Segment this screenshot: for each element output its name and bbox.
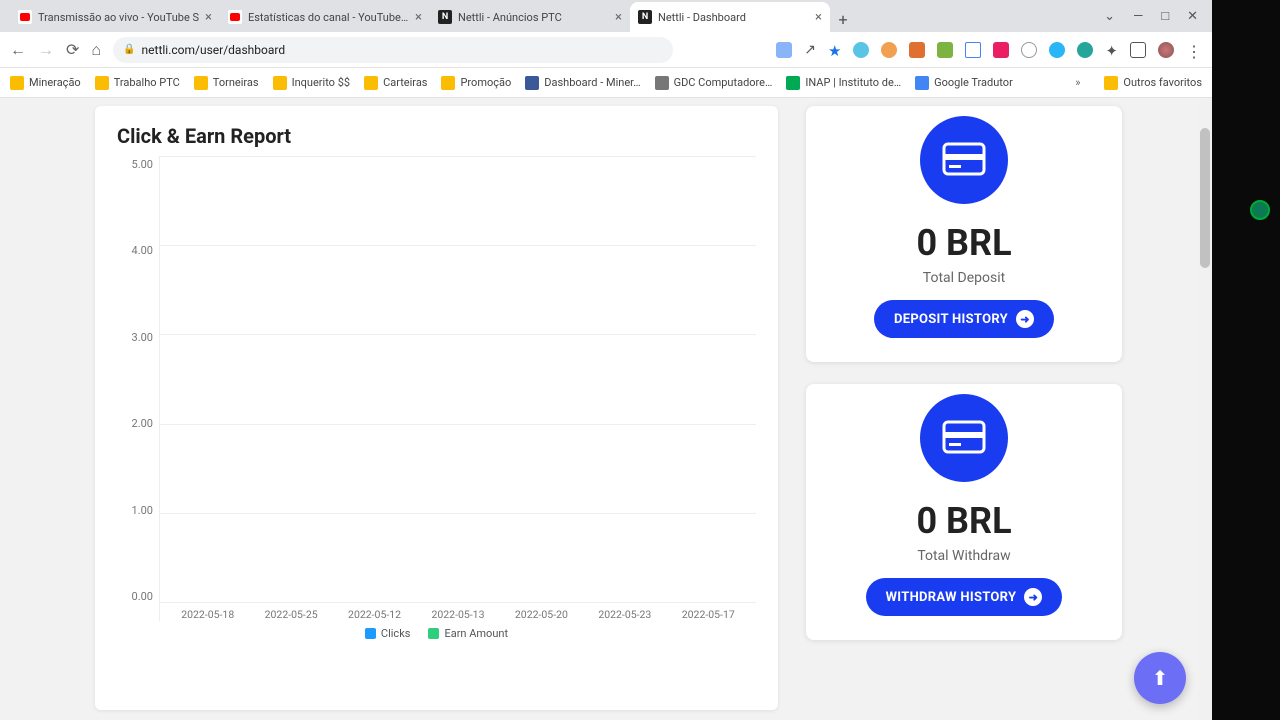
- bookmark-item[interactable]: INAP | Instituto de…: [786, 76, 901, 90]
- browser-tab[interactable]: Estatísticas do canal - YouTube S×: [220, 2, 430, 32]
- webcam-overlay: [1212, 0, 1280, 720]
- share-icon[interactable]: ↗: [804, 42, 816, 58]
- address-bar: ← → ⟳ ⌂ 🔒 nettli.com/user/dashboard ↗ ★ …: [0, 32, 1212, 68]
- ext-icon[interactable]: [937, 42, 953, 58]
- arrow-right-icon: ➜: [1016, 310, 1034, 328]
- bookmark-item[interactable]: Torneiras: [194, 76, 259, 90]
- bookmarks-bar: Mineração Trabalho PTC Torneiras Inquerito …: [0, 68, 1212, 98]
- other-bookmarks[interactable]: Outros favoritos: [1104, 76, 1202, 90]
- bookmark-item[interactable]: Inquerito $$: [273, 76, 350, 90]
- arrow-right-icon: ➜: [1024, 588, 1042, 606]
- maximize-icon[interactable]: □: [1161, 8, 1169, 24]
- bookmarks-overflow[interactable]: »: [1075, 76, 1080, 89]
- browser-tabs: Transmissão ao vivo - YouTube S×Estatíst…: [0, 0, 1212, 32]
- new-tab-button[interactable]: +: [830, 6, 856, 32]
- tab-close-icon[interactable]: ×: [815, 10, 822, 25]
- withdraw-card: 0 BRL Total Withdraw WITHDRAW HISTORY➜: [806, 384, 1122, 640]
- page-content: Click & Earn Report 5.004.003.002.001.00…: [0, 98, 1212, 720]
- bookmark-item[interactable]: Promoção: [441, 76, 511, 90]
- profile-avatar[interactable]: [1158, 42, 1174, 58]
- window-controls: ⌄ ― □ ✕: [1090, 0, 1212, 32]
- ext-icon[interactable]: [965, 42, 981, 58]
- bookmark-item[interactable]: Dashboard - Miner…: [525, 76, 640, 90]
- chart-plot: 2022-05-182022-05-252022-05-122022-05-13…: [159, 156, 756, 621]
- lock-icon: 🔒: [123, 44, 135, 55]
- window-dropdown-icon[interactable]: ⌄: [1104, 9, 1115, 24]
- withdraw-value: 0 BRL: [824, 500, 1104, 542]
- ext-icon[interactable]: [1021, 42, 1037, 58]
- url-text: nettli.com/user/dashboard: [142, 43, 286, 57]
- chart-card: Click & Earn Report 5.004.003.002.001.00…: [95, 106, 778, 710]
- card-icon: [920, 394, 1008, 482]
- scroll-top-button[interactable]: [1134, 652, 1186, 704]
- bookmark-item[interactable]: Google Tradutor: [915, 76, 1013, 90]
- menu-icon[interactable]: ⋮: [1186, 42, 1202, 58]
- back-icon[interactable]: ←: [10, 40, 26, 60]
- bookmark-item[interactable]: Carteiras: [364, 76, 427, 90]
- tab-close-icon[interactable]: ×: [615, 10, 622, 25]
- chart-y-axis: 5.004.003.002.001.000.00: [117, 156, 159, 621]
- browser-tab[interactable]: Transmissão ao vivo - YouTube S×: [10, 2, 220, 32]
- deposit-label: Total Deposit: [824, 270, 1104, 286]
- ext-icon[interactable]: [993, 42, 1009, 58]
- minimize-icon[interactable]: ―: [1133, 9, 1143, 24]
- bookmark-item[interactable]: Trabalho PTC: [95, 76, 180, 90]
- deposit-history-button[interactable]: DEPOSIT HISTORY➜: [874, 300, 1054, 338]
- bookmark-star-icon[interactable]: ★: [828, 42, 841, 58]
- withdraw-label: Total Withdraw: [824, 548, 1104, 564]
- sidepanel-icon[interactable]: [1130, 42, 1146, 58]
- reload-icon[interactable]: ⟳: [66, 40, 79, 59]
- browser-tab[interactable]: NNettli - Anúncios PTC×: [430, 2, 630, 32]
- ext-icon[interactable]: [881, 42, 897, 58]
- forward-icon[interactable]: →: [38, 40, 54, 60]
- browser-tab[interactable]: NNettli - Dashboard×: [630, 2, 830, 32]
- tab-close-icon[interactable]: ×: [415, 10, 422, 25]
- ext-icon[interactable]: [1077, 42, 1093, 58]
- chart-title: Click & Earn Report: [117, 124, 756, 148]
- deposit-value: 0 BRL: [824, 222, 1104, 264]
- ext-icon[interactable]: [1049, 42, 1065, 58]
- chart-x-axis: 2022-05-182022-05-252022-05-122022-05-13…: [160, 608, 756, 621]
- ext-icon[interactable]: [853, 42, 869, 58]
- close-icon[interactable]: ✕: [1187, 9, 1198, 24]
- ext-icon[interactable]: [909, 42, 925, 58]
- extensions-icon[interactable]: ✦: [1105, 42, 1118, 58]
- chart-legend: Clicks Earn Amount: [117, 627, 756, 640]
- scrollbar[interactable]: [1198, 98, 1212, 720]
- bookmark-item[interactable]: GDC Computadore…: [655, 76, 773, 90]
- url-field[interactable]: 🔒 nettli.com/user/dashboard: [113, 37, 673, 63]
- translate-icon[interactable]: [776, 42, 792, 58]
- withdraw-history-button[interactable]: WITHDRAW HISTORY➜: [866, 578, 1063, 616]
- tab-close-icon[interactable]: ×: [205, 10, 212, 25]
- browser-extensions: ↗ ★ ✦ ⋮: [776, 42, 1202, 58]
- home-icon[interactable]: ⌂: [91, 40, 101, 60]
- card-icon: [920, 116, 1008, 204]
- deposit-card: 0 BRL Total Deposit DEPOSIT HISTORY➜: [806, 106, 1122, 362]
- bookmark-item[interactable]: Mineração: [10, 76, 81, 90]
